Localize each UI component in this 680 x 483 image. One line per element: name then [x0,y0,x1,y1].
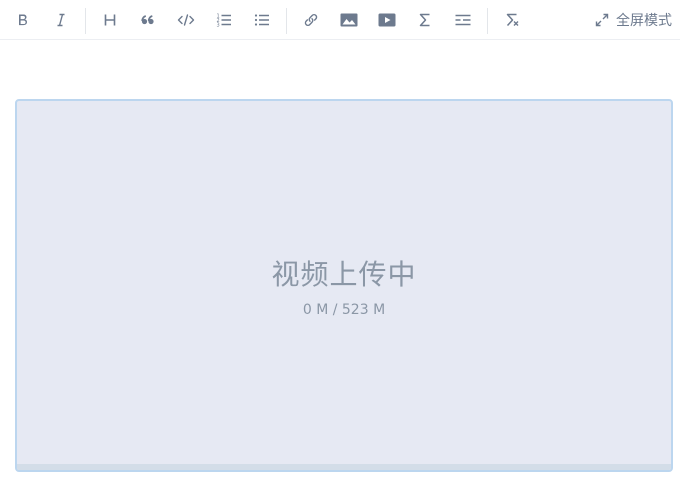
fullscreen-label: 全屏模式 [616,13,672,29]
editor-toolbar: 1 2 3 全屏模式 [0,0,680,40]
upload-progress-text: 0 M / 523 M [302,302,386,318]
unordered-list-icon [254,14,269,26]
italic-icon [57,13,65,27]
quote-button[interactable] [134,6,162,34]
unordered-list-button[interactable] [248,6,276,34]
italic-button[interactable] [47,6,75,34]
code-button[interactable] [172,6,200,34]
upload-progress-track [17,464,671,470]
horizontal-rule-button[interactable] [449,6,477,34]
bold-button[interactable] [9,6,37,34]
link-icon [304,13,318,27]
toolbar-divider [85,8,86,34]
video-upload-placeholder: 视频上传中 0 M / 523 M [15,99,673,472]
image-button[interactable] [335,6,363,34]
clear-format-button[interactable] [498,6,526,34]
bold-icon [19,14,27,26]
ordered-list-icon: 1 2 3 [217,14,231,29]
quote-icon [141,15,154,25]
toolbar-divider [487,8,488,34]
toolbar-divider [286,8,287,34]
fullscreen-button[interactable]: 全屏模式 [595,0,672,40]
code-icon [177,14,195,26]
heading-button[interactable] [96,6,124,34]
video-button[interactable] [373,6,401,34]
clear-format-icon [506,13,519,27]
expand-icon [595,13,609,27]
upload-status-title: 视频上传中 [271,258,417,291]
horizontal-rule-icon [455,14,471,26]
ordered-list-button[interactable]: 1 2 3 [210,6,238,34]
formula-sigma-icon [419,13,430,27]
svg-text:3: 3 [217,23,220,29]
video-icon [378,13,396,27]
heading-icon [104,14,116,26]
image-icon [340,13,358,27]
link-button[interactable] [297,6,325,34]
formula-button[interactable] [411,6,439,34]
